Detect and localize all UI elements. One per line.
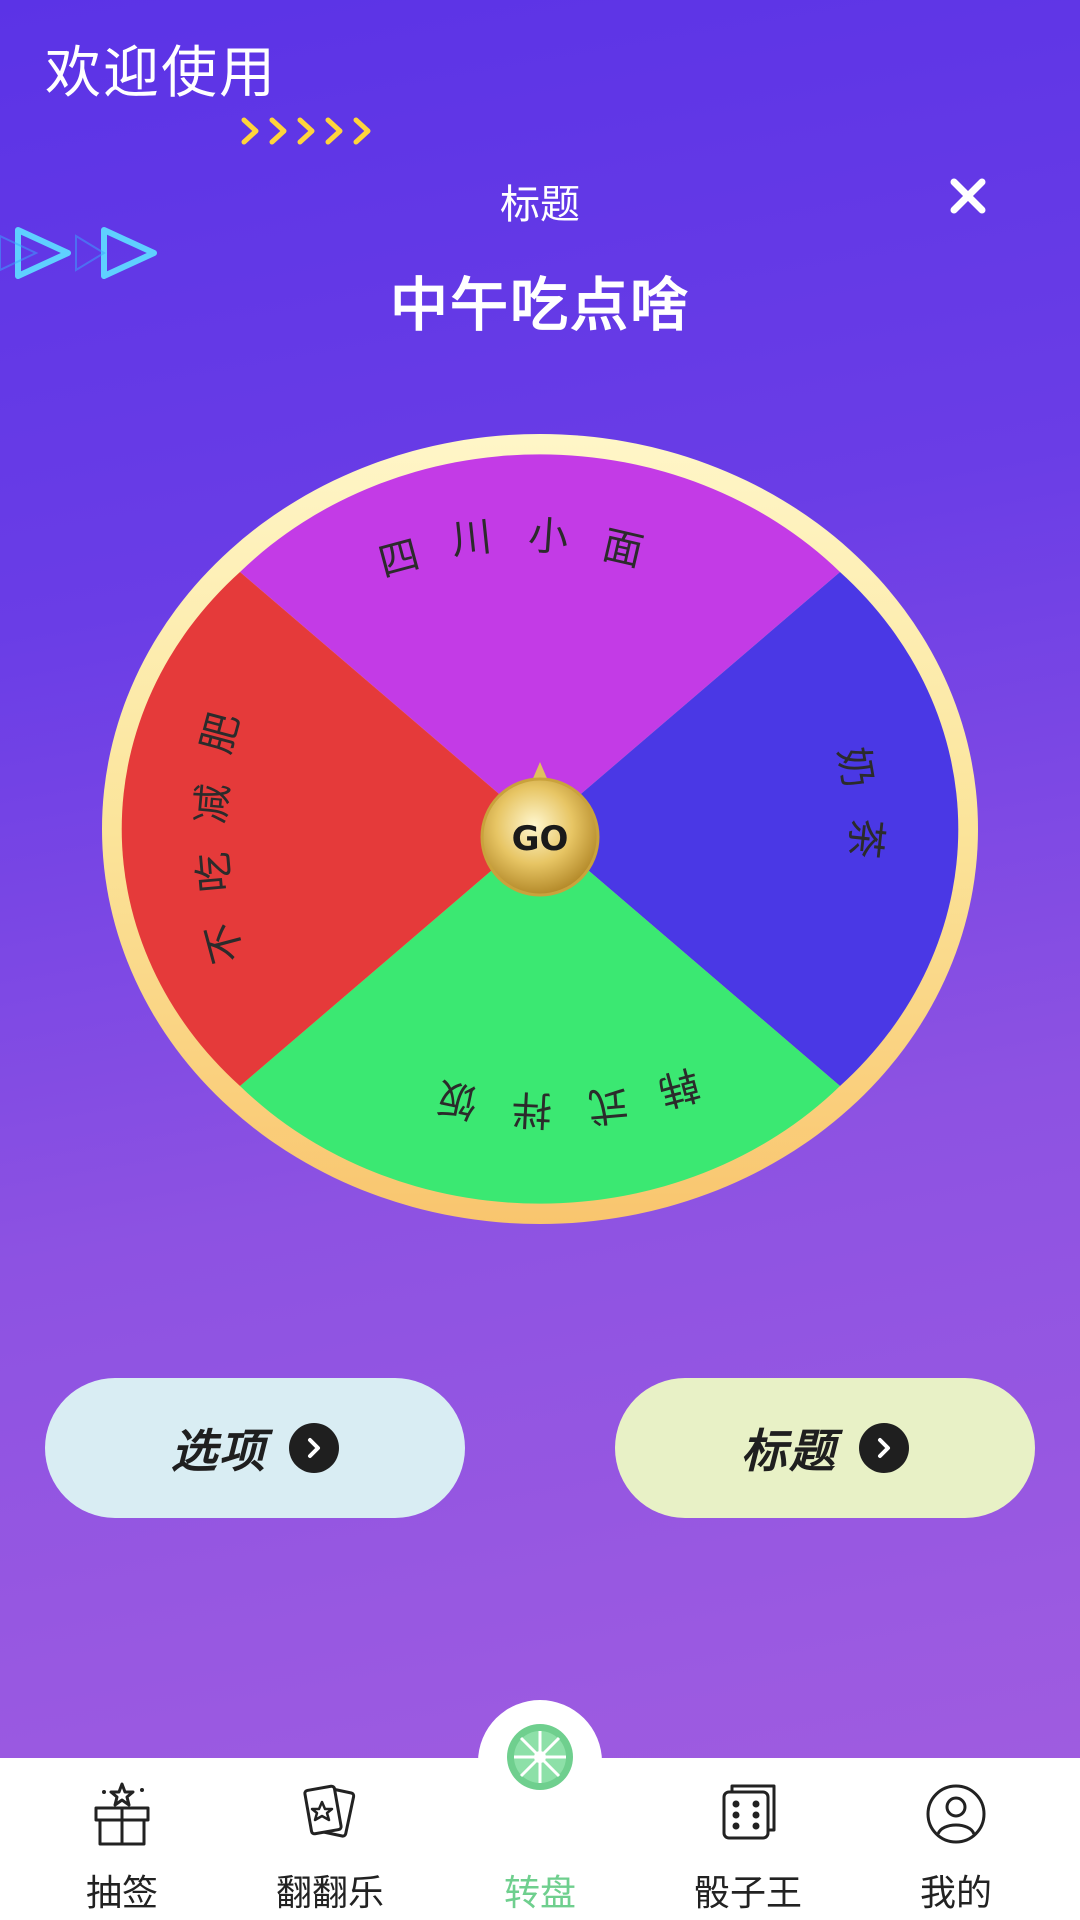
go-label: GO [512, 819, 569, 859]
tab-draw-lots[interactable]: 抽签 [22, 1768, 222, 1918]
tab-flip-cards[interactable]: 翻翻乐 [230, 1768, 430, 1918]
segment-top-char-3: 小 [527, 513, 570, 562]
welcome-text: 欢迎使用 [45, 41, 277, 106]
options-button[interactable]: 选项 [45, 1378, 465, 1518]
tab-icon-spacer [504, 1778, 576, 1850]
segment-left-char-3: 减 [188, 782, 237, 826]
page-title: 中午吃点啥 [389, 271, 690, 339]
segment-left-char-2: 吃 [190, 850, 239, 894]
segment-bottom-char-3: 拌 [511, 1085, 553, 1133]
chevron-right-icon [289, 1423, 339, 1473]
gift-box-icon [94, 1782, 150, 1846]
tab-label: 骰子王 [693, 1873, 802, 1914]
segment-right-char-1: 奶 [829, 744, 881, 791]
subtitle-label: 标题 [500, 182, 580, 228]
chevron-right-icon [859, 1423, 909, 1473]
spin-wheel[interactable]: 四 川 小 面 奶 茶 韩 式 拌 饭 不 吃 减 肥 GO [100, 432, 980, 1226]
tab-label: 转盘 [503, 1873, 576, 1914]
tab-label: 抽签 [85, 1873, 158, 1914]
segment-right-char-2: 茶 [840, 816, 890, 861]
title-button-label: 标题 [741, 1424, 837, 1478]
options-button-label: 选项 [171, 1424, 267, 1478]
tab-wheel[interactable]: 转盘 [440, 1768, 640, 1918]
user-icon [926, 1784, 986, 1844]
segment-bottom-char-2: 式 [586, 1080, 630, 1129]
segment-top-char-2: 川 [449, 514, 494, 564]
title-button[interactable]: 标题 [615, 1378, 1035, 1518]
tab-mine[interactable]: 我的 [856, 1768, 1056, 1918]
neon-chevrons-decoration [241, 117, 371, 145]
tab-label: 我的 [919, 1873, 992, 1914]
cards-icon [303, 1784, 356, 1838]
tab-dice-king[interactable]: 骰子王 [648, 1768, 848, 1918]
tab-label: 翻翻乐 [275, 1873, 384, 1914]
dice-icon [722, 1784, 776, 1840]
